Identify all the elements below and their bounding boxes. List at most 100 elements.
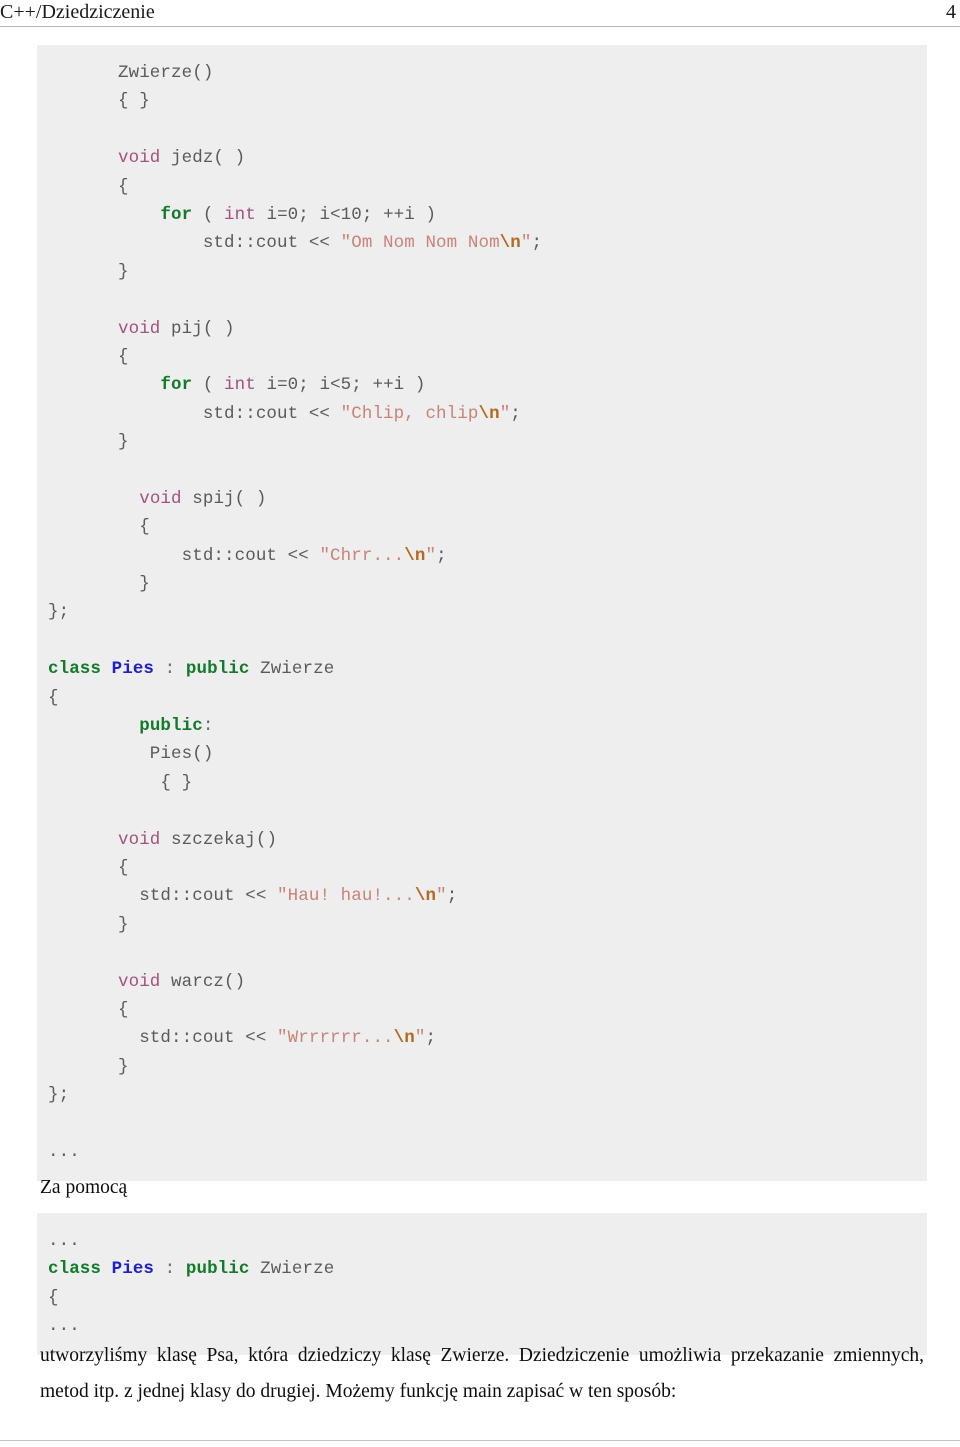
code-token: };: [48, 1085, 70, 1106]
code-token: ...: [48, 1231, 80, 1251]
code-line: {: [37, 996, 927, 1024]
code-token: Pies(): [118, 744, 214, 765]
code-line: public:: [37, 712, 927, 740]
code-token: { }: [118, 91, 150, 112]
code-token: class: [48, 659, 102, 680]
code-token: "Chrr...: [319, 545, 405, 566]
code-token: \n: [499, 233, 521, 254]
code-block-zwierze-pies: Zwierze() { } void jedz( ) { for ( int i=0…: [37, 45, 927, 1181]
code-line: for ( int i=0; i<5; ++i ): [37, 371, 927, 399]
code-line: class Pies : public Zwierze: [37, 655, 927, 683]
code-token: "Om Nom Nom Nom: [340, 233, 500, 254]
code-line: };: [37, 1081, 927, 1109]
code-token: void: [139, 488, 182, 509]
code-line: }: [37, 1053, 927, 1081]
code-token: Zwierze: [249, 659, 335, 680]
code-line: std::cout << "Chrr...\n";: [37, 542, 927, 570]
code-token: {: [118, 517, 150, 538]
code-token: {: [48, 1287, 59, 1308]
code-token: class: [48, 1259, 102, 1280]
code-token: std::cout <<: [118, 403, 341, 424]
code-line: class Pies : public Zwierze: [37, 1255, 927, 1283]
code-token: :: [154, 1259, 186, 1280]
code-token: {: [48, 687, 59, 708]
code-token: public: [185, 659, 250, 680]
code-token: Zwierze(): [118, 63, 214, 83]
code-token: };: [48, 602, 70, 623]
code-line: }: [37, 570, 927, 598]
code-line: { }: [37, 87, 927, 115]
code-token: std::cout <<: [118, 233, 341, 254]
code-token: void: [118, 829, 161, 850]
code-token: i=0; i<10; ++i ): [255, 204, 437, 225]
code-token: ...: [48, 1141, 80, 1162]
page-number: 4: [946, 1, 956, 23]
code-token: ": [436, 886, 447, 907]
code-token: }: [118, 432, 129, 453]
code-line: Pies(): [37, 740, 927, 768]
code-token: for: [160, 375, 193, 396]
code-line: void warcz(): [37, 968, 927, 996]
code-token: void: [118, 318, 161, 339]
code-token: Pies: [111, 659, 155, 680]
code-token: ;: [446, 886, 458, 907]
code-line: for ( int i=0; i<10; ++i ): [37, 201, 927, 229]
code-token: warcz(): [160, 971, 246, 992]
code-token: ": [499, 403, 511, 424]
code-line: }: [37, 428, 927, 456]
code-line: std::cout << "Chlip, chlip\n";: [37, 400, 927, 428]
code-line: std::cout << "Wrrrrrr...\n";: [37, 1024, 927, 1052]
code-token: std::cout <<: [118, 545, 320, 566]
code-token: {: [118, 176, 129, 197]
header-divider: [0, 26, 960, 27]
code-token: int: [224, 375, 256, 396]
code-line: void pij( ): [37, 315, 927, 343]
code-line: }: [37, 911, 927, 939]
code-token: }: [118, 1056, 129, 1077]
code-line: {: [37, 854, 927, 882]
code-line: void jedz( ): [37, 144, 927, 172]
code-token: (: [192, 204, 225, 225]
code-line: };: [37, 598, 927, 626]
code-token: \n: [404, 545, 426, 566]
code-token: Pies: [111, 1259, 155, 1280]
code-line: {: [37, 173, 927, 201]
code-token: ;: [510, 403, 521, 424]
code-token: {: [118, 857, 129, 878]
code-line: ...: [37, 1312, 927, 1340]
code-line: std::cout << "Hau! hau!...\n";: [37, 882, 927, 910]
code-token: }: [118, 574, 150, 595]
code-token: ": [414, 1028, 426, 1049]
code-token: "Hau! hau!...: [277, 886, 415, 907]
code-token: \n: [414, 886, 437, 907]
code-token: Zwierze: [249, 1259, 335, 1280]
code-token: ": [425, 545, 437, 566]
code-line: void szczekaj(): [37, 826, 927, 854]
code-line: }: [37, 258, 927, 286]
code-line: Zwierze(): [37, 59, 927, 87]
code-token: std::cout <<: [118, 1028, 278, 1049]
code-token: spij( ): [181, 488, 267, 509]
code-content: Zwierze() { } void jedz( ) { for ( int i=0…: [37, 59, 927, 1166]
code-token: \n: [393, 1028, 415, 1049]
code-line: std::cout << "Om Nom Nom Nom\n";: [37, 229, 927, 257]
code-token: \n: [478, 403, 500, 424]
code-token: szczekaj(): [160, 829, 278, 850]
code-token: {: [118, 346, 129, 367]
document-title: C++/Dziedziczenie: [0, 1, 155, 23]
code-token: std::cout <<: [118, 886, 278, 907]
code-line: {: [37, 684, 927, 712]
code-line: { }: [37, 769, 927, 797]
code-line: {: [37, 513, 927, 541]
